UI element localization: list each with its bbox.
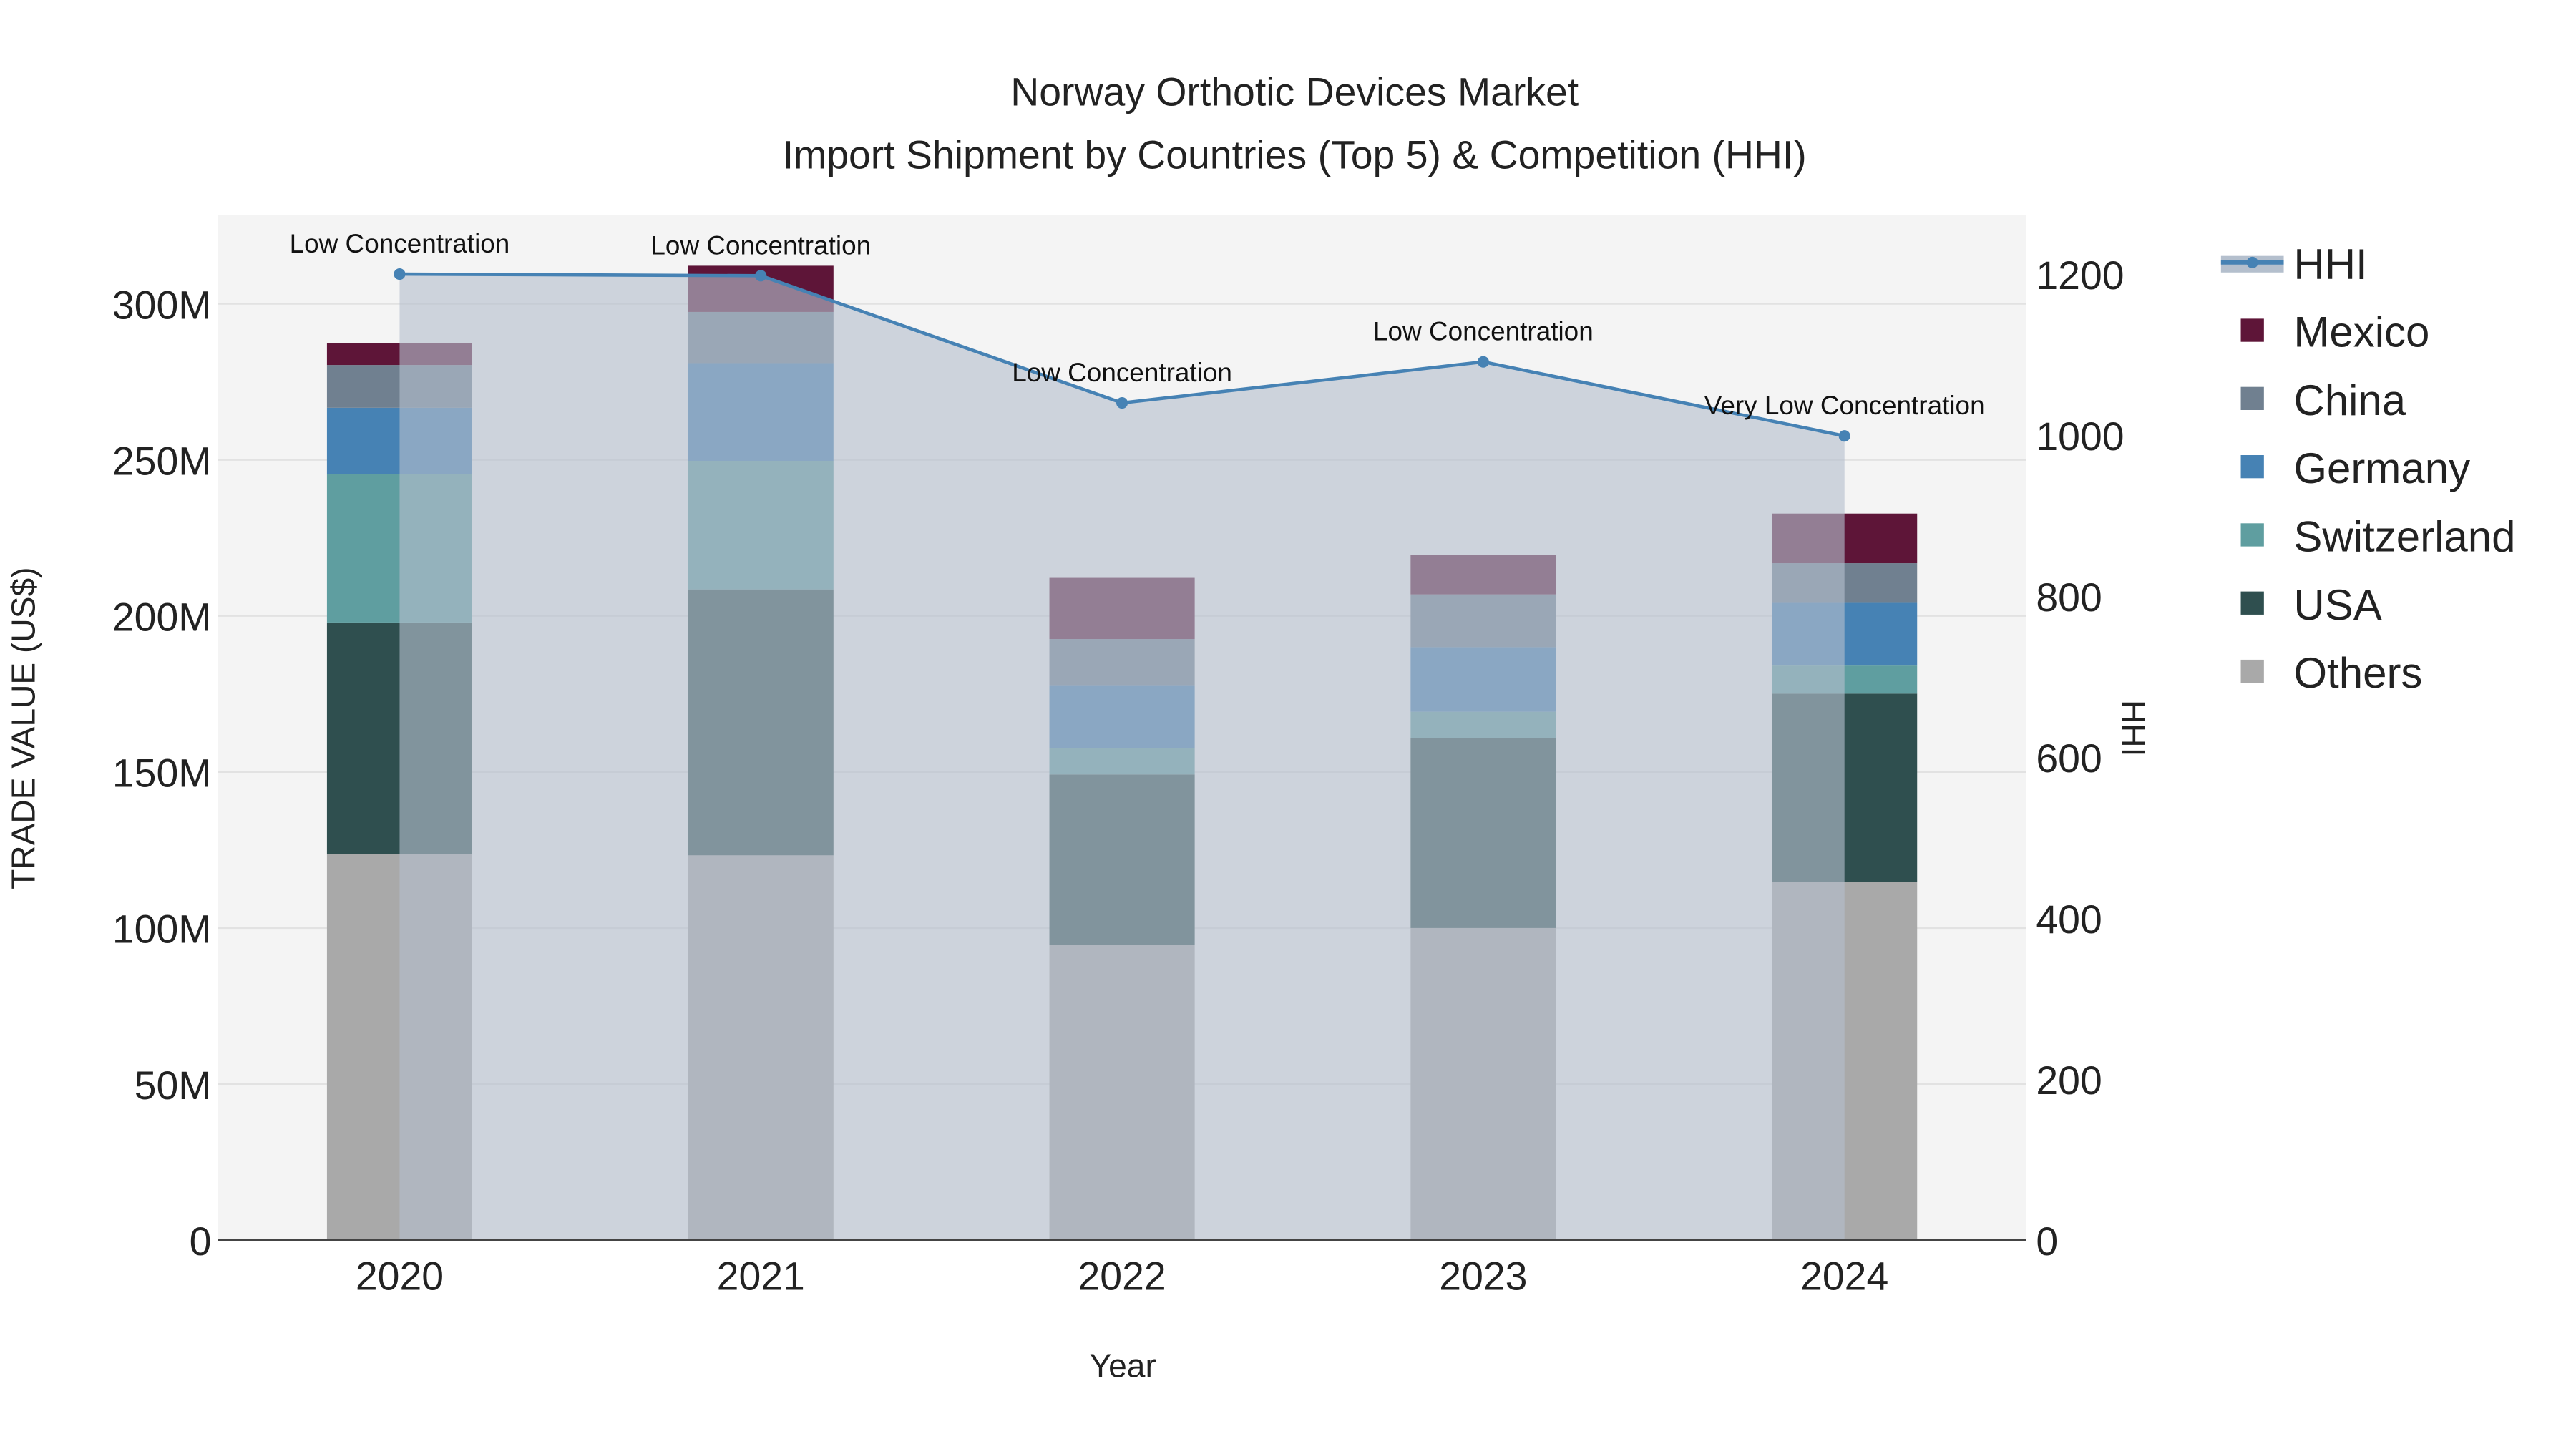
legend-label: USA [2293,581,2381,629]
legend-swatch-others [2240,659,2264,683]
y2-tick-label: 1000 [2036,414,2124,459]
y-tick-label: 250M [112,439,212,483]
legend-marker-hhi [2246,256,2258,268]
y-tick-label: 100M [112,907,212,952]
y2-axis-label: HHI [2114,700,2152,756]
hhi-point-2022 [1116,397,1128,409]
chart-title: Norway Orthotic Devices Market [1010,70,1579,114]
legend-swatch-mexico [2240,318,2264,342]
y-tick-label: 150M [112,751,212,796]
hhi-annotation: Low Concentration [1373,317,1594,346]
y2-tick-label: 600 [2036,736,2102,781]
x-tick-label: 2024 [1800,1254,1888,1298]
legend-swatch-usa [2240,591,2264,615]
hhi-area [399,274,1845,1241]
hhi-area-fill [399,274,1845,1241]
legend-label: Mexico [2293,308,2429,356]
legend-swatch-switzerland [2240,523,2264,547]
y2-tick-label: 800 [2036,575,2102,620]
x-axis-label: Year [1090,1347,1156,1385]
y2-tick-label: 200 [2036,1058,2102,1103]
chart: 0 50M 100M 150M 200M 250M 300M 0 200 400 600 800 100… [4,70,2516,1385]
chart-subtitle: Import Shipment by Countries (Top 5) & C… [783,132,1807,177]
hhi-point-2020 [394,268,406,280]
legend-label: Switzerland [2293,513,2515,561]
hhi-point-2024 [1838,430,1850,442]
legend-label: Others [2293,649,2422,697]
y2-tick-label: 400 [2036,897,2102,942]
legend-swatch-germany [2240,455,2264,479]
legend-label: China [2293,376,2406,424]
hhi-annotation: Low Concentration [290,229,510,258]
hhi-annotation: Low Concentration [1012,358,1232,387]
x-tick-label: 2021 [717,1254,805,1298]
x-tick-label: 2020 [356,1254,444,1298]
legend: HHI Mexico China Germany Switzerland USA Other… [2220,240,2516,697]
hhi-point-2023 [1477,356,1489,368]
x-tick-label: 2023 [1439,1254,1527,1298]
legend-swatch-china [2240,386,2264,410]
hhi-annotation: Very Low Concentration [1704,391,1985,420]
hhi-point-2021 [755,270,767,282]
x-tick-label: 2022 [1078,1254,1166,1298]
y-tick-label: 200M [112,595,212,640]
y-tick-label: 300M [112,283,212,327]
hhi-annotation: Low Concentration [650,230,871,260]
legend-label: HHI [2293,240,2367,288]
y2-tick-label: 1200 [2036,253,2124,298]
y2-tick-label: 0 [2036,1219,2058,1264]
legend-label: Germany [2293,444,2470,492]
y-tick-label: 0 [190,1219,212,1264]
y-tick-label: 50M [135,1063,212,1108]
y-axis-label: TRADE VALUE (US$) [4,567,42,889]
